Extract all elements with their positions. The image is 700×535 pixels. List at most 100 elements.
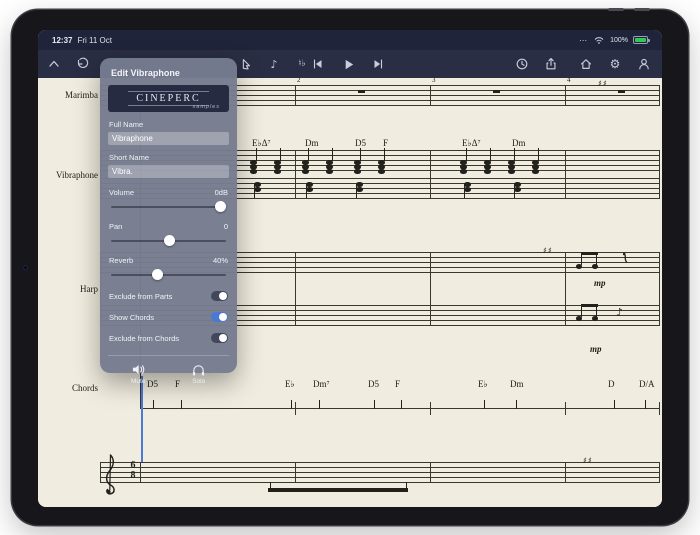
note-cluster[interactable] [378, 148, 388, 176]
whole-rest [493, 90, 500, 93]
reverb-slider-knob[interactable] [152, 269, 163, 280]
panel-title: Edit Vibraphone [111, 68, 180, 78]
settings-gear-icon[interactable]: ⚙ [607, 56, 623, 72]
note-cluster[interactable] [484, 148, 494, 176]
battery-icon [633, 36, 650, 44]
collapse-chevron-icon[interactable] [46, 56, 62, 72]
panel-divider [108, 355, 229, 356]
short-name-label: Short Name [109, 153, 150, 162]
logo-subtitle: samples [192, 104, 220, 110]
chord-track-symbol[interactable]: E♭ [285, 379, 295, 390]
show-chords-toggle[interactable] [211, 312, 228, 322]
chord-symbol[interactable]: D5 [355, 138, 366, 148]
headphones-icon [193, 365, 205, 376]
short-name-input[interactable] [108, 165, 229, 178]
eighth-note-pair[interactable] [576, 304, 600, 322]
ipad-device-frame: 12:37 Fri 11 Oct ⋯ 100% ♪ ♮♭ ⚙ Marimba V… [12, 8, 688, 525]
undo-icon[interactable] [74, 56, 90, 72]
instrument-label-harp[interactable]: Harp [40, 284, 98, 294]
show-chords-label: Show Chords [109, 312, 155, 322]
key-signature: ♯♯ [543, 246, 553, 255]
instrument-label-vibraphone[interactable]: Vibraphone [40, 170, 98, 180]
chord-track-symbol[interactable]: F [395, 379, 400, 389]
note-cluster[interactable] [464, 182, 474, 208]
instrument-label-chords[interactable]: Chords [40, 383, 98, 393]
note-cluster[interactable] [306, 182, 316, 208]
volume-value: 0dB [214, 188, 228, 197]
volume-button [608, 8, 624, 11]
chord-track-symbol[interactable]: D/A [639, 379, 655, 389]
solo-label: Solo [192, 378, 206, 385]
mute-button[interactable]: Mute [131, 363, 146, 385]
bottom-staff [100, 462, 660, 483]
note-tool-icon[interactable]: ♪ [266, 56, 282, 72]
dynamic-marking: mp [590, 344, 602, 354]
front-camera [23, 265, 28, 270]
playback-clock-icon[interactable] [514, 56, 530, 72]
share-icon[interactable] [543, 56, 559, 72]
chord-track-symbol[interactable]: D [608, 379, 615, 389]
time-signature-lower: 8 [130, 470, 136, 481]
note-cluster[interactable] [254, 182, 264, 208]
chord-symbol[interactable]: Dm [305, 138, 319, 148]
play-icon[interactable] [340, 56, 356, 72]
note-cluster[interactable] [532, 148, 542, 176]
sample-library-logo: CinePerc samples [108, 85, 229, 112]
clock-time: 12:37 [52, 35, 73, 45]
battery-percent: 100% [610, 36, 628, 44]
beam [268, 488, 408, 492]
key-signature: ♯♯ [583, 456, 593, 465]
key-signature: ♯♯ [598, 79, 608, 88]
edit-instrument-panel: Edit Vibraphone CinePerc samples Full Na… [100, 58, 237, 385]
note-cluster[interactable] [250, 148, 260, 176]
full-name-label: Full Name [109, 120, 144, 129]
note-cluster[interactable] [514, 182, 524, 208]
chord-track-symbol[interactable]: E♭ [478, 379, 488, 390]
eighth-note-pair[interactable] [576, 252, 600, 270]
skip-to-start-icon[interactable] [310, 56, 326, 72]
note-cluster[interactable] [326, 148, 336, 176]
exclude-from-chords-label: Exclude from Chords [109, 333, 180, 343]
pan-slider[interactable] [111, 235, 226, 246]
home-icon[interactable] [578, 56, 594, 72]
note-cluster[interactable] [508, 148, 518, 176]
clock-date: Fri 11 Oct [77, 35, 112, 45]
wifi-icon [594, 37, 604, 44]
volume-slider-knob[interactable] [215, 201, 227, 212]
note-cluster[interactable] [354, 148, 364, 176]
chord-symbol[interactable]: Dm [512, 138, 526, 148]
chord-track-symbol[interactable]: D5 [368, 379, 379, 389]
note-cluster[interactable] [460, 148, 470, 176]
note-cluster[interactable] [274, 148, 284, 176]
chord-symbol[interactable]: F [383, 138, 388, 148]
pan-value: 0 [223, 222, 228, 231]
exclude-from-chords-toggle[interactable] [211, 333, 228, 343]
dynamic-marking: mp [594, 278, 606, 288]
reverb-slider[interactable] [111, 269, 226, 280]
chord-track-symbol[interactable]: Dm [510, 379, 524, 389]
skip-to-end-icon[interactable] [370, 56, 386, 72]
status-bar: 12:37 Fri 11 Oct ⋯ 100% [38, 30, 662, 50]
account-icon[interactable] [636, 56, 652, 72]
pan-slider-knob[interactable] [163, 235, 175, 246]
more-dots-icon: ⋯ [579, 35, 589, 45]
whole-rest [358, 90, 365, 93]
eighth-note[interactable]: ♪ [616, 306, 623, 319]
pointer-tool-icon[interactable] [238, 56, 254, 72]
reverb-value: 40% [212, 256, 228, 265]
exclude-from-parts-label: Exclude from Parts [109, 291, 173, 301]
instrument-label-marimba[interactable]: Marimba [40, 90, 98, 100]
pan-label: Pan [109, 222, 123, 231]
eighth-rest [622, 252, 628, 263]
note-cluster[interactable] [356, 182, 366, 208]
exclude-from-parts-toggle[interactable] [211, 291, 228, 301]
whole-rest [618, 90, 625, 93]
chord-track-symbol[interactable]: Dm⁷ [313, 379, 330, 389]
note-cluster[interactable] [302, 148, 312, 176]
volume-slider[interactable] [111, 201, 227, 212]
playhead-cursor[interactable] [141, 376, 143, 462]
full-name-input[interactable] [108, 132, 229, 145]
treble-clef [105, 454, 115, 495]
solo-button[interactable]: Solo [191, 363, 206, 385]
accidental-tool-icon[interactable]: ♮♭ [294, 56, 310, 72]
